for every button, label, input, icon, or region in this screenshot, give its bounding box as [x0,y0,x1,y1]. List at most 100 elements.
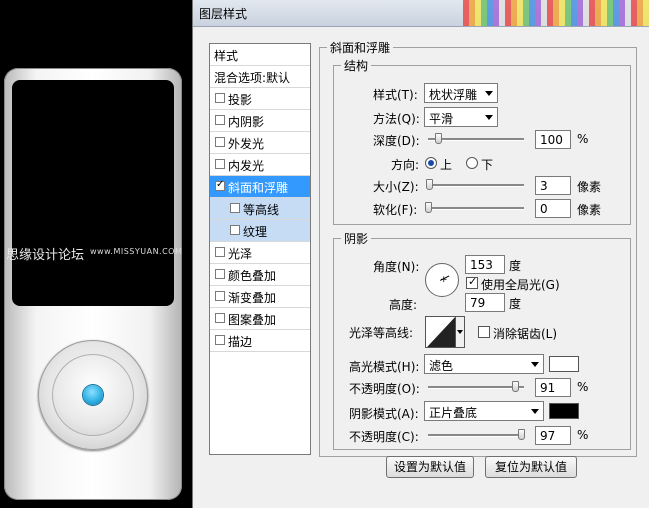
style-item-label: 颜色叠加 [228,269,277,283]
depth-slider[interactable] [428,133,524,145]
gloss-contour-label: 光泽等高线: [349,326,414,340]
style-item-label: 内阴影 [228,115,265,129]
click-wheel [38,340,148,450]
altitude-unit: 度 [509,297,522,311]
chevron-down-icon [457,330,463,334]
soften-input[interactable]: 0 [535,199,571,218]
altitude-input[interactable]: 79 [465,293,505,312]
dialog-title: 图层样式 [199,7,248,21]
device-mockup [4,68,182,500]
structure-title: 结构 [341,57,372,74]
style-item-label: 渐变叠加 [228,291,277,305]
shadow-opacity-input[interactable]: 97 [535,426,571,445]
angle-unit: 度 [509,259,522,273]
size-slider-thumb[interactable] [425,179,433,190]
size-label: 大小(Z): [373,180,419,194]
highlight-color-swatch[interactable] [549,356,579,372]
style-item[interactable]: 等高线 [210,198,310,220]
bevel-emboss-title: 斜面和浮雕 [327,39,394,56]
blend-options-item[interactable]: 混合选项:默认 [210,66,310,88]
style-item-checkbox[interactable] [215,291,225,301]
style-item-checkbox[interactable] [230,203,240,213]
style-item[interactable]: 渐变叠加 [210,286,310,308]
direction-label: 方向: [391,158,420,172]
antialias-checkbox[interactable] [478,326,490,338]
style-item[interactable]: 图案叠加 [210,308,310,330]
style-item-checkbox[interactable] [215,137,225,147]
style-item-checkbox[interactable] [215,247,225,257]
style-list-header[interactable]: 样式 [210,44,310,66]
shadow-opacity-label: 不透明度(C): [349,430,419,444]
technique-select[interactable]: 平滑 [424,107,498,127]
style-item-label: 外发光 [228,137,265,151]
depth-unit: % [577,132,589,146]
angle-dial[interactable]: + [425,263,459,297]
chevron-down-icon [531,409,539,414]
style-item-checkbox[interactable] [215,159,225,169]
altitude-label: 高度: [389,298,418,312]
highlight-opacity-unit: % [577,380,589,394]
dialog-titlebar[interactable]: 图层样式 [193,0,649,27]
size-input[interactable]: 3 [535,176,571,195]
highlight-opacity-slider[interactable] [428,381,524,393]
watermark-url: www.MISSYUAN.COM [90,247,183,256]
style-item-label: 描边 [228,335,253,349]
shadow-mode-select[interactable]: 正片叠底 [424,401,544,421]
style-item[interactable]: 内阴影 [210,110,310,132]
style-item[interactable]: 内发光 [210,154,310,176]
style-item-checkbox[interactable] [215,93,225,103]
highlight-mode-select[interactable]: 滤色 [424,354,544,374]
reset-default-button[interactable]: 复位为默认值 [485,456,577,478]
watermark-text: 思缘设计论坛 [6,248,85,263]
direction-up-label: 上 [440,158,453,172]
depth-input[interactable]: 100 [535,130,571,149]
style-item[interactable]: 纹理 [210,220,310,242]
style-item[interactable]: 光泽 [210,242,310,264]
shadow-opacity-thumb[interactable] [518,429,526,440]
highlight-mode-label: 高光模式(H): [349,360,420,374]
device-screen [12,80,174,306]
chevron-down-icon [531,362,539,367]
shadow-opacity-slider[interactable] [428,429,526,441]
angle-input[interactable]: 153 [465,255,505,274]
gloss-contour-dropdown[interactable] [455,316,465,348]
style-item[interactable]: 斜面和浮雕 [210,176,310,198]
click-wheel-inner [52,354,134,436]
highlight-opacity-input[interactable]: 91 [535,378,571,397]
shadow-opacity-unit: % [577,428,589,442]
style-item[interactable]: 描边 [210,330,310,352]
style-item-label: 纹理 [243,225,268,239]
style-item-label: 等高线 [243,203,280,217]
soften-slider-thumb[interactable] [425,202,432,213]
depth-slider-thumb[interactable] [434,133,442,144]
direction-up-radio[interactable] [425,157,437,169]
direction-down-radio[interactable] [466,157,478,169]
highlight-opacity-thumb[interactable] [512,381,520,392]
style-item[interactable]: 投影 [210,88,310,110]
contour-curve-icon [427,317,455,347]
style-item-checkbox[interactable] [215,179,225,191]
background-swatches [463,0,649,26]
size-unit: 像素 [577,180,602,194]
global-light-label: 使用全局光(G) [481,278,560,292]
angle-label: 角度(N): [373,260,420,274]
soften-slider[interactable] [425,202,524,214]
style-item[interactable]: 外发光 [210,132,310,154]
style-item[interactable]: 颜色叠加 [210,264,310,286]
shadow-color-swatch[interactable] [549,403,579,419]
shading-title: 阴影 [341,230,372,247]
style-item-checkbox[interactable] [215,269,225,279]
style-label: 样式(T): [373,88,418,102]
style-item-checkbox[interactable] [215,313,225,323]
style-list: 样式 混合选项:默认 投影内阴影外发光内发光斜面和浮雕等高线纹理光泽颜色叠加渐变… [209,43,311,455]
set-default-button[interactable]: 设置为默认值 [386,456,474,478]
style-item-label: 图案叠加 [228,313,277,327]
style-select[interactable]: 枕状浮雕 [424,83,498,103]
style-item-checkbox[interactable] [215,335,225,345]
global-light-checkbox[interactable] [466,275,478,289]
chevron-down-icon [485,115,493,120]
style-item-checkbox[interactable] [230,225,240,235]
center-button [83,385,103,405]
size-slider[interactable] [425,179,524,191]
style-item-checkbox[interactable] [215,115,225,125]
